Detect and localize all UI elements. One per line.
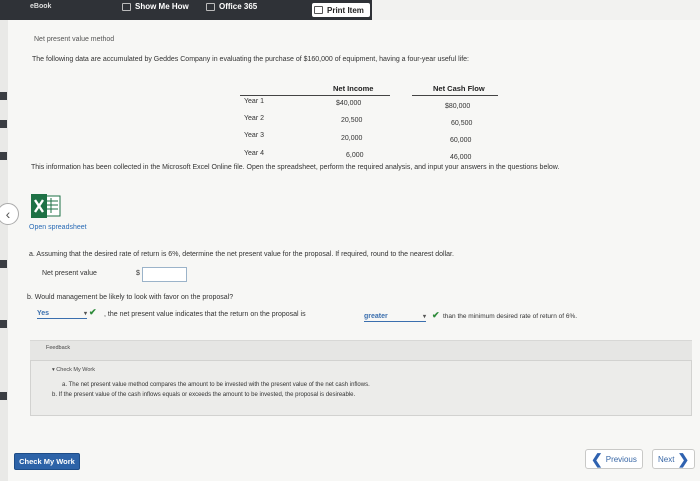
previous-label: Previous xyxy=(605,454,637,464)
next-button[interactable]: Next ❯ xyxy=(652,449,696,469)
show-me-how-label: Show Me How xyxy=(135,2,189,11)
correct-check-icon: ✔ xyxy=(432,310,440,320)
feedback-line-a: a. The net present value method compares… xyxy=(62,382,370,388)
table-cell-net-cash-flow: 60,000 xyxy=(450,137,472,144)
next-label: Next xyxy=(658,454,675,464)
show-me-how-icon xyxy=(122,2,131,11)
npv-input[interactable] xyxy=(142,267,187,282)
show-me-how-button[interactable]: Show Me How xyxy=(122,0,189,13)
print-item-button[interactable]: Print Item xyxy=(312,3,370,17)
table-cell-net-cash-flow: $80,000 xyxy=(445,103,471,110)
check-my-work-button[interactable]: Check My Work xyxy=(14,453,80,470)
edge-marker xyxy=(0,152,7,160)
table-row-year: Year 4 xyxy=(244,150,264,157)
office-icon xyxy=(206,2,215,11)
favor-select[interactable]: Yes ▾ xyxy=(37,308,87,319)
correct-check-icon: ✔ xyxy=(89,307,97,317)
feedback-header xyxy=(30,340,692,360)
table-row-year: Year 2 xyxy=(244,115,264,122)
print-item-label: Print Item xyxy=(327,5,364,15)
header-underline xyxy=(412,95,498,96)
header-net-cash-flow: Net Cash Flow xyxy=(433,84,485,93)
chevron-left-icon: ‹ xyxy=(5,206,11,222)
check-my-work-title: Check My Work xyxy=(56,367,96,373)
question-b-text: b. Would management be likely to look wi… xyxy=(27,294,234,301)
currency-symbol: $ xyxy=(136,270,140,277)
top-toolbar: eBook Show Me How Office 365 Print Item xyxy=(0,0,700,20)
table-cell-net-income: 6,000 xyxy=(346,152,364,159)
office-365-label: Office 365 xyxy=(219,2,258,11)
edge-marker xyxy=(0,260,7,268)
chevron-right-icon: ❯ xyxy=(677,451,690,467)
ebook-tab[interactable]: eBook xyxy=(30,0,51,13)
header-underline xyxy=(240,95,390,96)
table-cell-net-income: 20,000 xyxy=(341,135,363,142)
open-spreadsheet-link[interactable]: Open spreadsheet xyxy=(29,224,87,231)
previous-button[interactable]: ❮ Previous xyxy=(585,449,643,469)
npv-label: Net present value xyxy=(42,270,97,277)
comparison-select[interactable]: greater ▾ xyxy=(364,311,426,322)
edge-marker xyxy=(0,120,7,128)
comparison-select-value: greater xyxy=(364,312,388,320)
excel-icon[interactable] xyxy=(31,194,61,218)
feedback-line-b: b. If the present value of the cash infl… xyxy=(52,392,356,398)
section-title: Net present value method xyxy=(34,36,115,43)
check-my-work-toggle[interactable]: ▾ Check My Work xyxy=(52,367,95,373)
feedback-label: Feedback xyxy=(46,345,71,351)
feedback-box xyxy=(30,360,692,416)
excel-note: This information has been collected in t… xyxy=(31,164,560,171)
question-a-text: a. Assuming that the desired rate of ret… xyxy=(29,251,454,258)
print-icon xyxy=(314,6,323,14)
table-cell-net-income: $40,000 xyxy=(336,100,362,107)
favor-select-value: Yes xyxy=(37,309,50,317)
chevron-down-icon: ▾ xyxy=(422,313,426,320)
table-row-year: Year 1 xyxy=(244,98,264,105)
edge-marker xyxy=(0,392,7,400)
edge-marker xyxy=(0,320,7,328)
problem-intro: The following data are accumulated by Ge… xyxy=(32,56,469,63)
chevron-left-icon: ❮ xyxy=(591,451,603,467)
table-cell-net-cash-flow: 46,000 xyxy=(450,154,472,161)
table-cell-net-cash-flow: 60,500 xyxy=(451,120,473,127)
table-cell-net-income: 20,500 xyxy=(341,117,363,124)
chevron-down-icon: ▾ xyxy=(83,310,87,317)
question-b-end-text: than the minimum desired rate of return … xyxy=(443,313,578,320)
edge-marker xyxy=(0,92,7,100)
header-net-income: Net Income xyxy=(333,84,374,93)
question-b-middle-text: , the net present value indicates that t… xyxy=(104,311,306,318)
table-row-year: Year 3 xyxy=(244,132,264,139)
office-365-button[interactable]: Office 365 xyxy=(206,0,257,13)
